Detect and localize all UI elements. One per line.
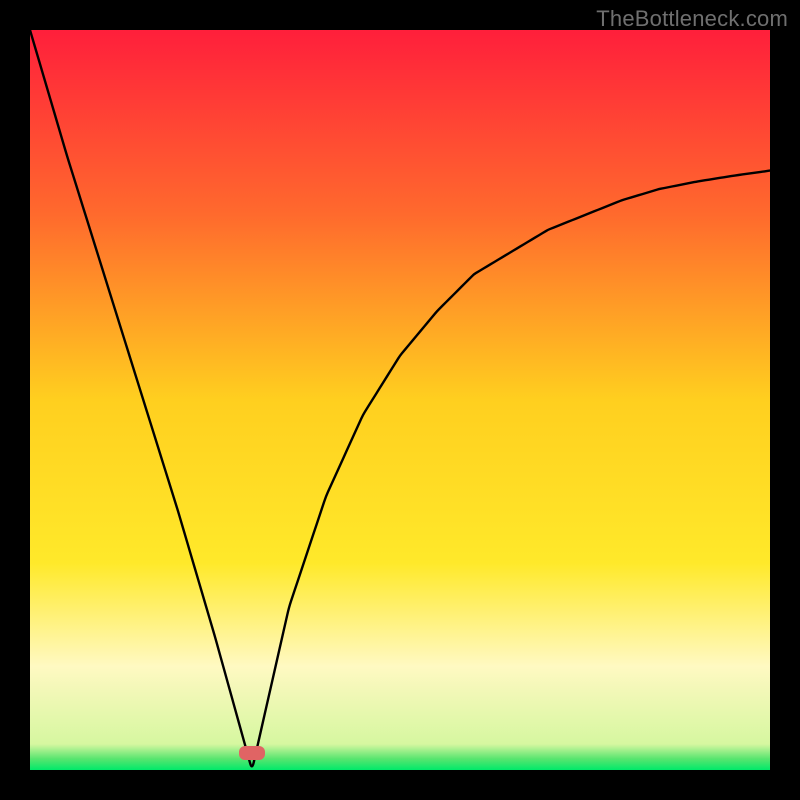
watermark-text: TheBottleneck.com	[596, 6, 788, 32]
optimal-point-marker	[239, 746, 264, 759]
chart-frame: TheBottleneck.com	[0, 0, 800, 800]
plot-area	[30, 30, 770, 770]
bottleneck-curve	[30, 30, 770, 770]
